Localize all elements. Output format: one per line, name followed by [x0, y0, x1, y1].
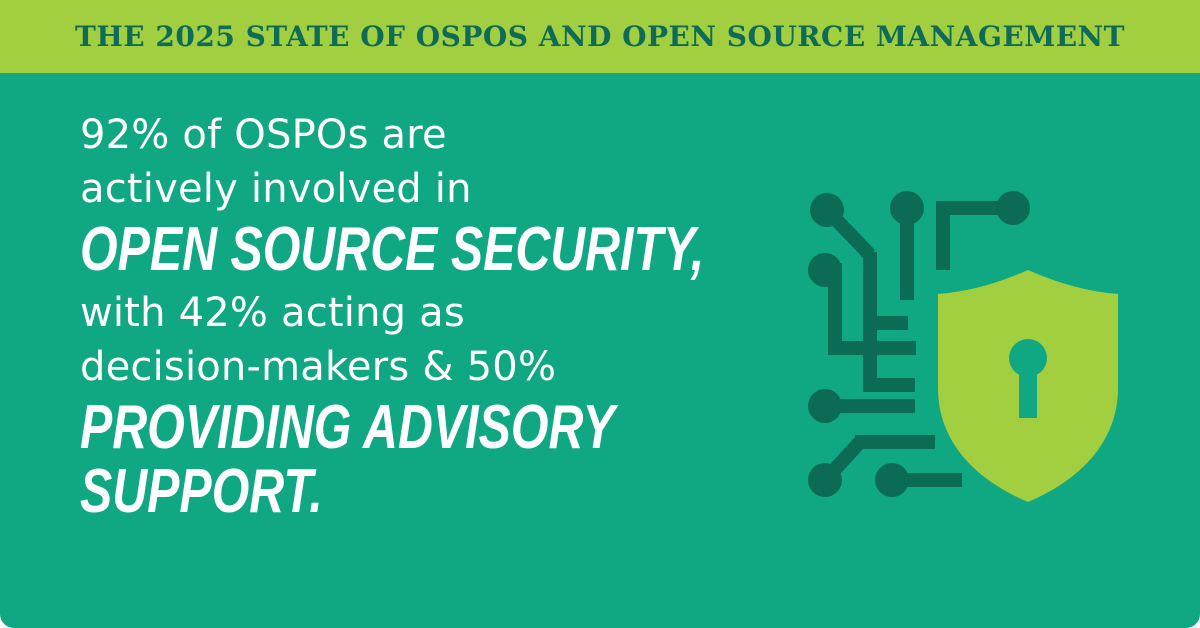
statement-text: 92% of OSPOs are actively involved in OP…: [80, 108, 780, 524]
statement-line-5: decision-makers & 50%: [80, 344, 557, 390]
statement-line-2: actively involved in: [80, 166, 472, 212]
banner-title: THE 2025 STATE OF OSPOS AND OPEN SOURCE …: [75, 20, 1125, 53]
statement-line-1: 92% of OSPOs are: [80, 112, 447, 158]
statement-line-4: with 42% acting as: [80, 290, 465, 336]
infographic-card: THE 2025 STATE OF OSPOS AND OPEN SOURCE …: [0, 0, 1200, 628]
statement-highlight-advisory: PROVIDING ADVISORY: [80, 393, 615, 462]
shield-lock-circuit-icon: [808, 191, 1118, 502]
title-banner: THE 2025 STATE OF OSPOS AND OPEN SOURCE …: [0, 0, 1200, 73]
statement-highlight-support: SUPPORT.: [80, 457, 323, 526]
statement-highlight-security: OPEN SOURCE SECURITY,: [80, 215, 705, 284]
